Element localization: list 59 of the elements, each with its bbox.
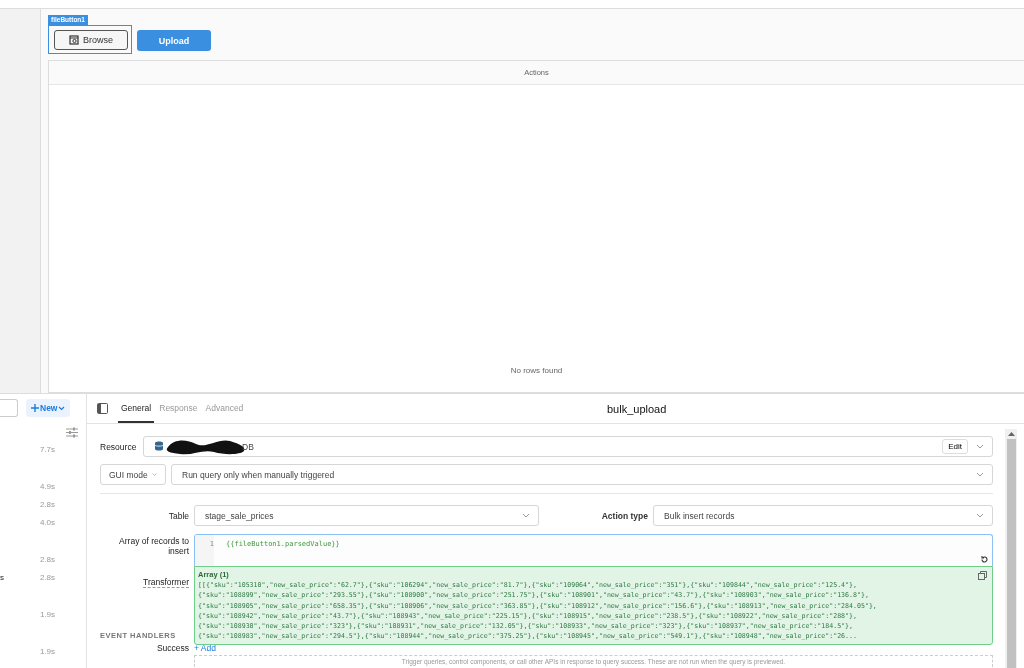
query-item[interactable]: 2.8s [0, 499, 86, 510]
file-search-icon [69, 35, 79, 45]
query-duration: 2.8s [39, 500, 55, 509]
query-item[interactable]: 4.0s [0, 517, 86, 528]
chevron-down-icon [976, 513, 984, 518]
search-field[interactable] [0, 399, 18, 417]
sliders-icon [66, 427, 78, 438]
field-label: Array of records to insert [118, 535, 189, 556]
query-duration: 4.9s [39, 482, 55, 491]
edit-button[interactable]: Edit [942, 439, 968, 454]
scroll-up-icon [1007, 432, 1015, 436]
query-duration: 2.8s [39, 555, 55, 564]
query-item[interactable]: s 2.8s [0, 572, 86, 583]
field-label: Success [155, 642, 189, 653]
query-item[interactable]: 2.8s [0, 554, 86, 565]
chevron-down-icon [976, 444, 984, 449]
query-item[interactable]: 4.9s [0, 481, 86, 492]
tab[interactable]: Advanced [202, 394, 247, 423]
new-button[interactable]: New [26, 399, 71, 417]
empty-message: No rows found [510, 366, 563, 375]
add-link[interactable]: + Add [194, 642, 216, 653]
plus-icon [31, 404, 39, 412]
chevron-down-icon [976, 472, 984, 477]
query-duration: 4.0s [39, 518, 55, 527]
resource-select[interactable]: DB Edit [143, 436, 993, 457]
field-label: Action type [600, 510, 648, 521]
query-name: s [0, 573, 4, 582]
query-duration: 2.8s [39, 573, 55, 582]
query-duration: 1.9s [39, 610, 55, 619]
query-item[interactable]: 1.9s [0, 609, 86, 620]
query-duration: 1.9s [39, 647, 55, 656]
transformer-link[interactable]: Transformer [143, 575, 189, 588]
field-label: Table [167, 510, 189, 521]
chevron-down-icon [151, 472, 157, 477]
field-label: Resource [100, 441, 138, 452]
upload-button[interactable]: Upload [137, 30, 211, 51]
sidebar-toggle-icon [97, 403, 108, 414]
query-item[interactable]: 7.7s [0, 444, 86, 455]
mode-label: GUI mode [109, 469, 148, 480]
tab[interactable]: General [118, 394, 155, 423]
trigger-select[interactable]: Run query only when manually triggered [171, 464, 993, 485]
tab[interactable]: Response [156, 394, 201, 423]
copy-icon [978, 571, 987, 580]
action-type-value: Bulk insert records [664, 510, 735, 521]
chevron-down-icon [522, 513, 530, 518]
action-type-select[interactable]: Bulk insert records [653, 505, 993, 526]
query-duration: 7.7s [39, 445, 55, 454]
browse-button[interactable]: Browse [54, 30, 128, 50]
refresh-icon [980, 555, 989, 564]
resource-name: DB [242, 441, 254, 452]
scroll-thumb[interactable] [1006, 439, 1016, 668]
query-title: bulk_upload [607, 403, 667, 415]
database-icon [154, 441, 164, 452]
table-value: stage_sale_prices [205, 510, 274, 521]
trigger-value: Run query only when manually triggered [182, 469, 335, 480]
query-item[interactable]: 1.9s [0, 646, 86, 657]
chevron-down-icon [58, 405, 66, 411]
mode-select[interactable]: GUI mode [100, 464, 166, 485]
table-select[interactable]: stage_sale_prices [194, 505, 539, 526]
